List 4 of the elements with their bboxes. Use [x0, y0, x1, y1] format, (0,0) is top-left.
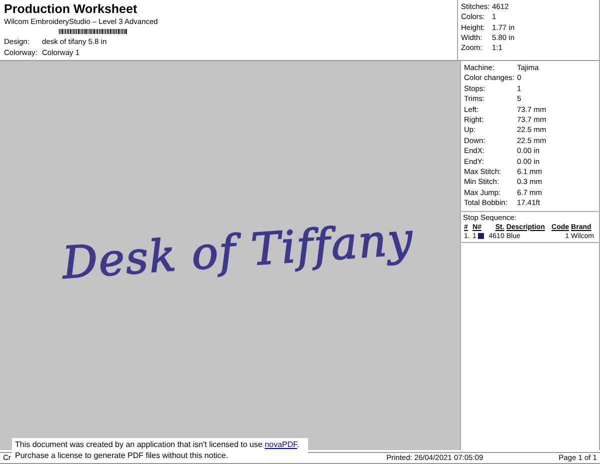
embroidery-lettering: Desk of Tiffany [60, 214, 416, 290]
license-notice: This document was created by an application that isn't licensed to use novaPDF. Purchase a license to generate PDF files without this notice. [12, 438, 308, 462]
page-title: Production Worksheet [4, 2, 138, 16]
link[interactable]: novaPDF [264, 440, 298, 449]
